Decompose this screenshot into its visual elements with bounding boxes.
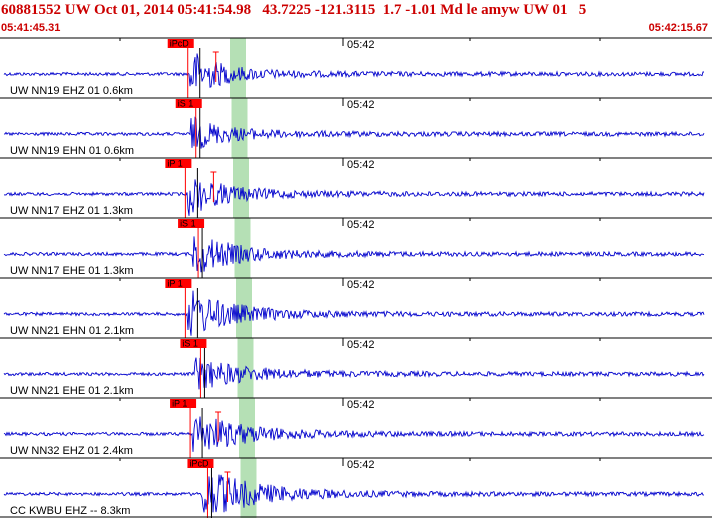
minute-tick-label: 05:42 xyxy=(347,459,375,471)
pick-label: iPcD xyxy=(170,39,190,49)
station-channel-label: UW NN19 EHZ 01 0.6km xyxy=(10,85,133,97)
minute-tick-label: 05:42 xyxy=(347,219,375,231)
station-channel-label: UW NN21 EHN 01 2.1km xyxy=(10,325,134,337)
minute-tick-label: 05:42 xyxy=(347,399,375,411)
pick-label: iP 1 xyxy=(167,159,182,169)
analysis-window-band xyxy=(231,98,248,158)
station-channel-label: UW NN21 EHE 01 2.1km xyxy=(10,385,133,397)
waveform-trace xyxy=(3,116,705,149)
minute-tick-label: 05:42 xyxy=(347,279,375,291)
pick-label: iP 1 xyxy=(172,399,187,409)
pick-label: iS 1 xyxy=(178,99,194,109)
minute-tick-label: 05:42 xyxy=(347,99,375,111)
pick-label: iPcD xyxy=(189,459,209,469)
pick-label: iS 1 xyxy=(182,339,198,349)
analysis-window-band xyxy=(233,158,249,218)
pick-label: iS 1 xyxy=(180,219,196,229)
station-channel-label: UW NN17 EHE 01 1.3km xyxy=(10,265,133,277)
station-channel-label: UW NN19 EHN 01 0.6km xyxy=(10,145,134,157)
seismogram-panels[interactable]: 05:42 iPcD UW NN19 EHZ 01 0.6km 05:42 iS 1 UW… xyxy=(0,0,712,518)
station-channel-label: UW NN32 EHZ 01 2.4km xyxy=(10,445,133,457)
minute-tick-label: 05:42 xyxy=(347,159,375,171)
station-channel-label: UW NN17 EHZ 01 1.3km xyxy=(10,205,133,217)
station-channel-label: CC KWBU EHZ -- 8.3km xyxy=(10,505,130,517)
minute-tick-label: 05:42 xyxy=(347,39,375,51)
minute-tick-label: 05:42 xyxy=(347,339,375,351)
analysis-window-band xyxy=(240,458,257,518)
analysis-window-band xyxy=(230,38,246,98)
waveform-trace xyxy=(3,53,704,88)
pick-label: iP 1 xyxy=(167,279,182,289)
